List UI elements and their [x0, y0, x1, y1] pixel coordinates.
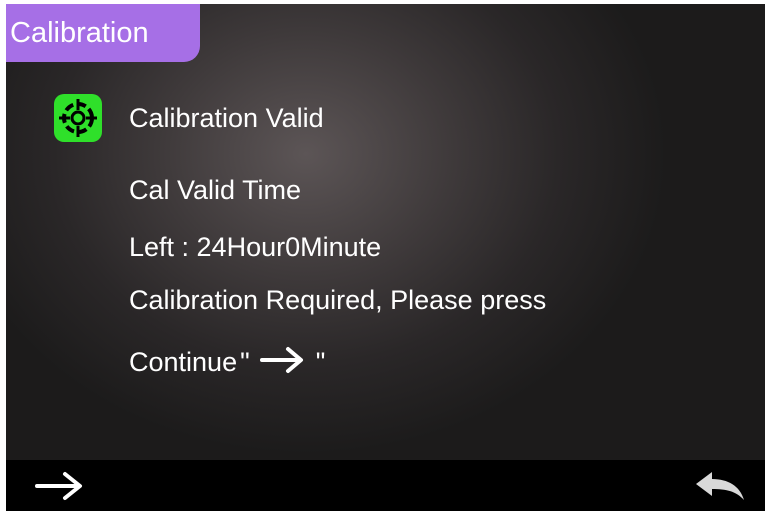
continue-text: Continue [129, 346, 238, 377]
page-title: Calibration [6, 4, 200, 62]
right-arrow-icon [35, 472, 82, 500]
open-quote: " [240, 346, 250, 377]
back-button[interactable] [694, 470, 746, 504]
calibration-target-icon [54, 94, 102, 142]
instruction-continue-line: Continue " " [129, 340, 325, 383]
calibration-status-text: Calibration Valid [129, 103, 324, 133]
instruction-text: Calibration Required, Please press [129, 285, 547, 315]
right-arrow-icon [259, 346, 306, 383]
continue-button[interactable] [34, 470, 86, 502]
return-arrow-icon [696, 472, 744, 500]
valid-time-label: Cal Valid Time [129, 175, 302, 205]
time-left-text: Left : 24Hour0Minute [129, 232, 382, 262]
bottom-toolbar [6, 460, 765, 511]
close-quote: " [315, 346, 326, 377]
calibration-screen: Calibration Calibration Valid Cal Valid … [6, 4, 765, 511]
